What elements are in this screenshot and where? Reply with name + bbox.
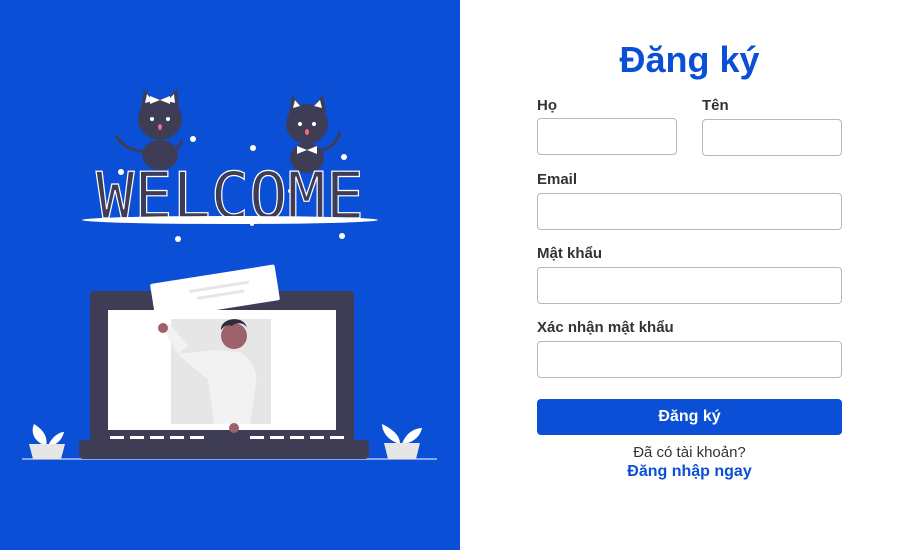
password-label: Mật khẩu <box>537 245 603 262</box>
illustration-panel: WELCOME <box>0 0 460 550</box>
last-name-field[interactable] <box>702 119 842 156</box>
email-field[interactable] <box>537 193 842 230</box>
left-plant <box>29 424 65 459</box>
first-name-field[interactable] <box>537 118 677 155</box>
account-question-text: Đã có tài khoản? <box>633 444 746 461</box>
registration-panel: Đăng ký Họ Tên Email Mật khẩu Xác nhận m… <box>460 0 920 550</box>
right-plant <box>382 424 422 459</box>
last-name-label: Tên <box>702 97 729 114</box>
page-title: Đăng ký <box>619 39 760 80</box>
login-link[interactable]: Đăng nhập ngay <box>537 462 842 482</box>
confirm-password-field[interactable] <box>537 341 842 378</box>
email-label: Email <box>537 171 578 188</box>
left-cat <box>114 89 183 170</box>
password-field[interactable] <box>537 267 842 304</box>
welcome-illustration: WELCOME <box>22 89 437 460</box>
first-name-label: Họ <box>537 97 557 114</box>
confirm-password-label: Xác nhận mật khẩu <box>537 319 674 336</box>
register-button[interactable]: Đăng ký <box>537 399 842 435</box>
